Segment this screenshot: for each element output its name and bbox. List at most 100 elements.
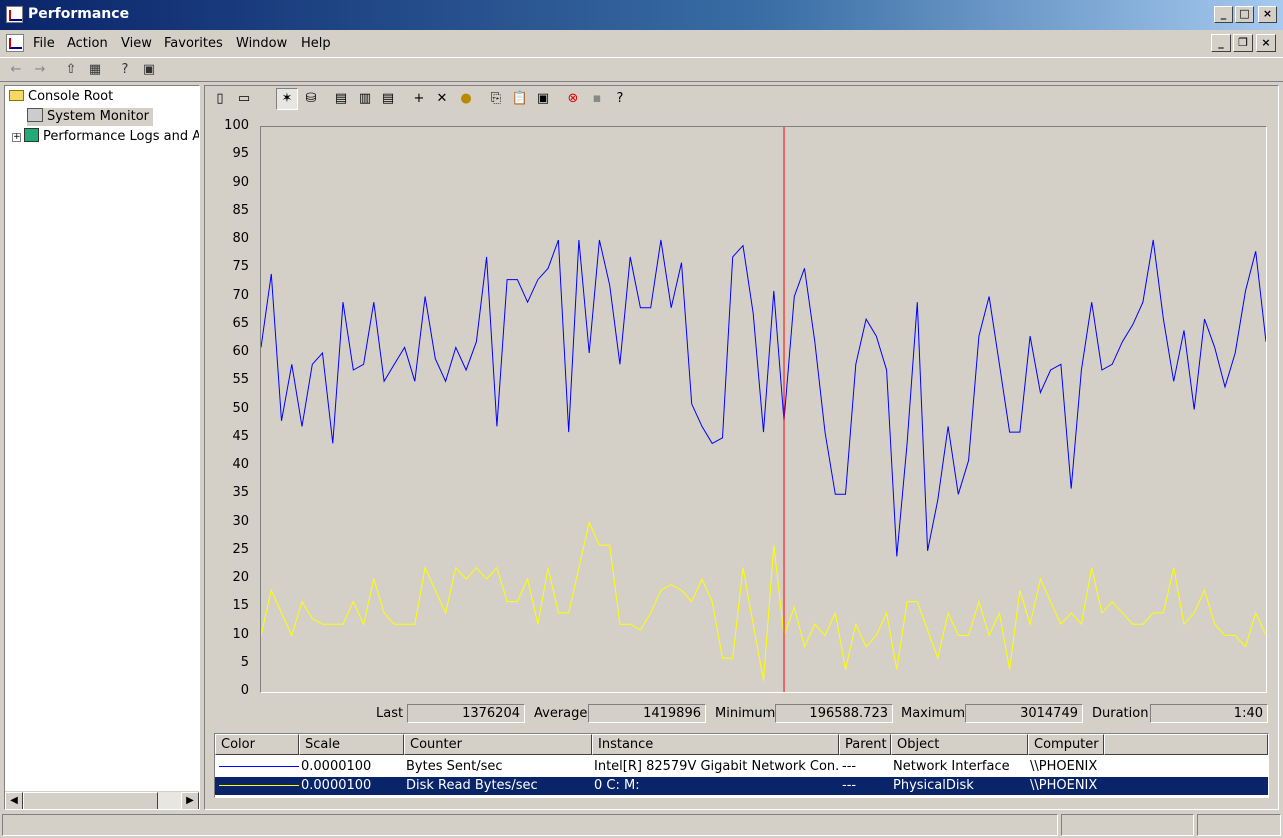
instance-cell: 0 C: M:	[594, 778, 640, 793]
color-swatch	[219, 766, 299, 767]
y-tick-label: 10	[232, 626, 249, 642]
y-tick-label: 85	[232, 202, 249, 218]
maximize-button[interactable]: □	[1235, 6, 1254, 23]
average-label: Average	[534, 706, 588, 721]
performance-app-icon[interactable]	[6, 6, 23, 23]
minimum-value: 196588.723	[775, 704, 893, 723]
y-tick-label: 60	[232, 344, 249, 359]
view-report-icon[interactable]: ▤	[377, 88, 399, 110]
scroll-left-icon[interactable]: ◀	[5, 792, 23, 809]
tree-item-label: Performance Logs and A	[43, 129, 200, 144]
counter-row[interactable]: 0.0000100 Bytes Sent/sec Intel[R] 82579V…	[215, 758, 1268, 776]
value-bar: Last 1376204 Average 1419896 Minimum 196…	[205, 703, 1275, 725]
color-swatch	[219, 785, 299, 786]
clear-display-icon[interactable]: ▭	[233, 88, 255, 110]
copy-properties-icon[interactable]: ⎘	[485, 88, 507, 110]
status-pane-3	[1197, 814, 1281, 836]
y-tick-label: 0	[240, 683, 249, 698]
window-titlebar[interactable]: Performance _ □ ×	[0, 0, 1283, 30]
y-tick-label: 40	[232, 457, 249, 472]
view-histogram-icon[interactable]: ▥	[354, 88, 376, 110]
menu-bar: File Action View Favorites Window Help _…	[0, 30, 1283, 56]
series-line	[261, 239, 1266, 557]
menu-action[interactable]: Action	[67, 36, 108, 51]
expand-plus-icon[interactable]: +	[12, 133, 21, 142]
view-log-data-icon[interactable]: ⛁	[300, 88, 322, 110]
counter-cell: Disk Read Bytes/sec	[406, 778, 538, 793]
mdi-close-button[interactable]: ×	[1256, 34, 1276, 52]
y-tick-label: 35	[232, 485, 249, 501]
maximum-value: 3014749	[965, 704, 1083, 723]
menu-file[interactable]: File	[33, 36, 55, 51]
main-toolbar: ← → ⇧ ▦ ? ▣	[0, 57, 1283, 82]
back-arrow-icon[interactable]: ←	[7, 61, 25, 79]
column-header-color[interactable]: Color	[215, 734, 299, 755]
column-header-scale[interactable]: Scale	[299, 734, 404, 755]
status-pane-main	[2, 814, 1058, 836]
mdi-document-icon[interactable]	[6, 34, 24, 52]
y-tick-label: 90	[232, 174, 249, 190]
show-hide-tree-icon[interactable]: ▦	[86, 61, 104, 79]
column-header-object[interactable]: Object	[891, 734, 1028, 755]
forward-arrow-icon[interactable]: →	[31, 61, 49, 79]
column-header-computer[interactable]: Computer	[1028, 734, 1104, 755]
tree-item-label: Console Root	[28, 89, 114, 104]
menu-window[interactable]: Window	[236, 36, 287, 51]
average-value: 1419896	[588, 704, 706, 723]
column-header-counter[interactable]: Counter	[404, 734, 592, 755]
view-current-activity-icon[interactable]: ✶	[276, 88, 298, 110]
counter-legend: Color Scale Counter Instance Parent Obje…	[214, 733, 1269, 798]
y-tick-label: 65	[232, 315, 249, 331]
highlight-icon[interactable]: ●	[455, 88, 477, 110]
system-monitor-pane: ▯ ▭ ✶ ⛁ ▤ ▥ ▤ + ✕ ● ⎘ 📋 ▣ ⊗ ▪ ? 100 95 90 8…	[204, 85, 1279, 810]
menu-favorites[interactable]: Favorites	[164, 36, 223, 51]
y-tick-label: 95	[232, 146, 249, 162]
y-tick-label: 55	[232, 372, 249, 388]
y-tick-label: 25	[232, 541, 249, 557]
computer-cell: \\PHOENIX	[1030, 778, 1098, 793]
tree-horizontal-scrollbar[interactable]: ◀ ▶	[5, 791, 199, 809]
up-folder-icon[interactable]: ⇧	[62, 61, 80, 79]
close-button[interactable]: ×	[1258, 6, 1277, 23]
mdi-minimize-button[interactable]: _	[1211, 34, 1231, 52]
tree-item-performance-logs[interactable]: + Performance Logs and A	[12, 128, 200, 146]
tree-item-system-monitor[interactable]: System Monitor	[27, 108, 154, 126]
minimum-label: Minimum	[715, 706, 776, 721]
add-counter-icon[interactable]: +	[408, 88, 430, 110]
line-graph[interactable]	[260, 126, 1267, 693]
status-pane-2	[1061, 814, 1194, 836]
tree-item-console-root[interactable]: Console Root	[9, 88, 113, 106]
scroll-right-icon[interactable]: ▶	[181, 792, 199, 809]
folder-icon	[9, 90, 24, 101]
duration-value: 1:40	[1150, 704, 1268, 723]
computer-cell: \\PHOENIX	[1030, 759, 1098, 774]
freeze-display-icon[interactable]: ⊗	[562, 88, 584, 110]
maximum-label: Maximum	[901, 706, 966, 721]
duration-label: Duration	[1092, 706, 1149, 721]
counter-cell: Bytes Sent/sec	[406, 759, 503, 774]
y-tick-label: 15	[232, 598, 249, 614]
column-header-filler	[1104, 734, 1268, 755]
new-counter-set-icon[interactable]: ▯	[209, 88, 231, 110]
show-hide-action-pane-icon[interactable]: ▣	[140, 61, 158, 79]
properties-icon[interactable]: ▣	[532, 88, 554, 110]
performance-logs-icon	[24, 128, 39, 142]
y-tick-label: 50	[232, 400, 249, 416]
mdi-restore-button[interactable]: ❐	[1233, 34, 1253, 52]
column-header-instance[interactable]: Instance	[592, 734, 839, 755]
series-line	[261, 520, 1266, 681]
menu-help[interactable]: Help	[301, 36, 331, 51]
column-header-parent[interactable]: Parent	[839, 734, 891, 755]
delete-counter-icon[interactable]: ✕	[431, 88, 453, 110]
menu-view[interactable]: View	[121, 36, 152, 51]
counter-row-selected[interactable]: 0.0000100 Disk Read Bytes/sec 0 C: M: --…	[215, 777, 1268, 795]
scroll-thumb[interactable]	[23, 792, 158, 809]
minimize-button[interactable]: _	[1214, 6, 1233, 23]
help-icon[interactable]: ?	[609, 88, 631, 110]
tree-item-label: System Monitor	[47, 109, 150, 124]
last-value: 1376204	[407, 704, 525, 723]
help-icon[interactable]: ?	[116, 61, 134, 79]
paste-counter-list-icon[interactable]: 📋	[509, 88, 531, 110]
update-data-icon[interactable]: ▪	[586, 88, 608, 110]
view-graph-icon[interactable]: ▤	[330, 88, 352, 110]
